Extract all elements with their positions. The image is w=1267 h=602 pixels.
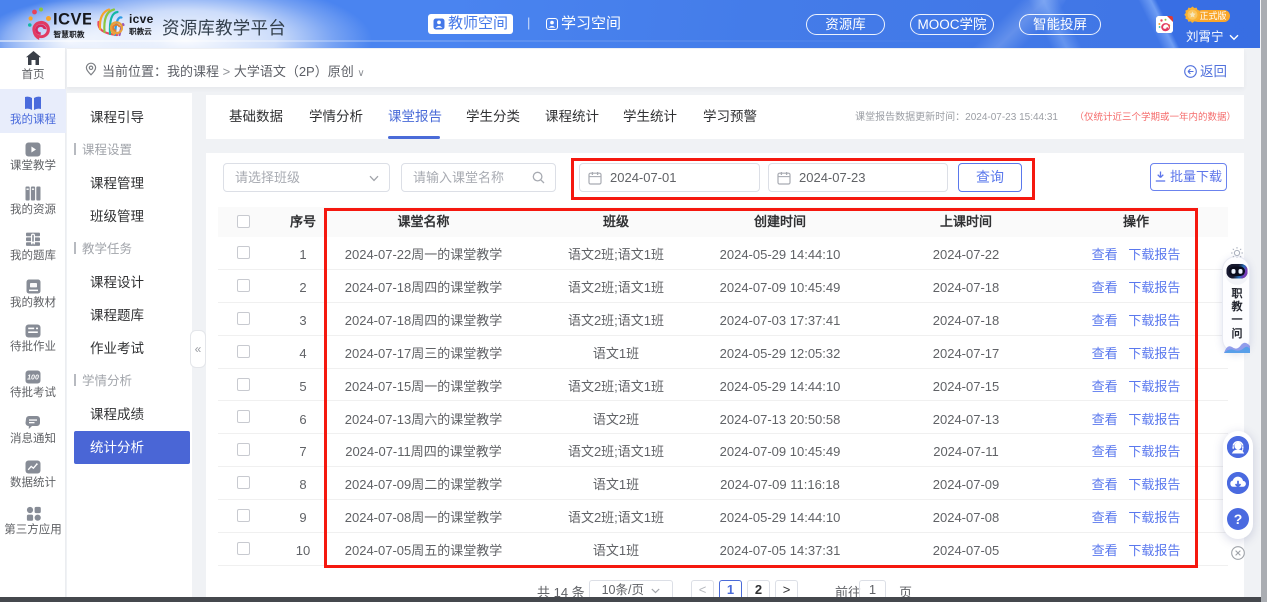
svg-text:职教云: 职教云 (129, 26, 152, 36)
svg-text:100: 100 (27, 375, 39, 382)
svg-text:icve: icve (129, 12, 154, 26)
svg-text:智慧职教: 智慧职教 (54, 29, 85, 39)
svg-text:ICVE: ICVE (53, 11, 91, 29)
